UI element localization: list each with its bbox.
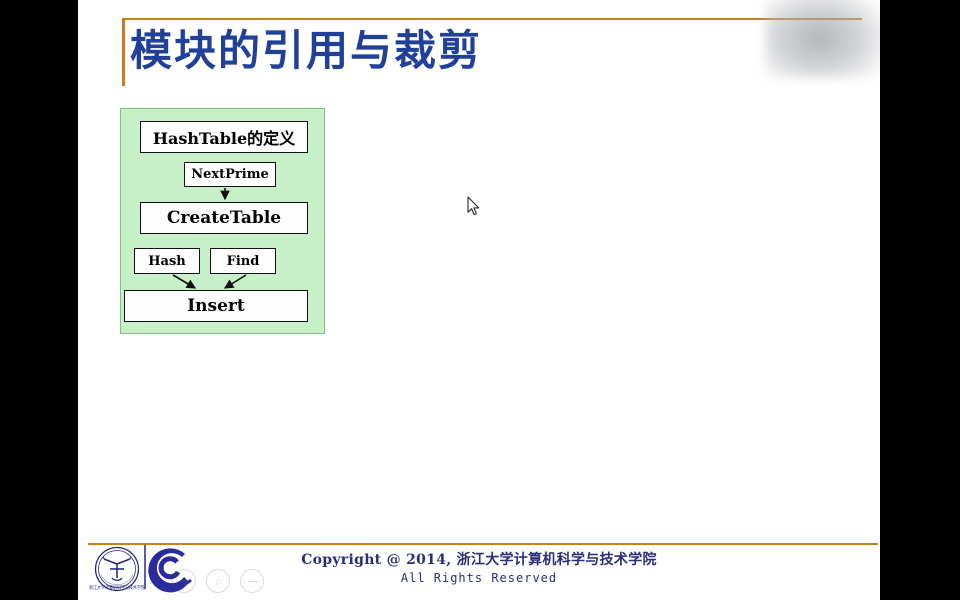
search-icon: ⌕: [206, 569, 230, 593]
footer-accent-rule: [88, 543, 878, 545]
page-title: 模块的引用与裁剪: [130, 26, 483, 75]
watermark-controls: + ⌕ −: [172, 567, 292, 595]
title-accent-bar: [122, 18, 125, 86]
diagram-node-find: Find: [210, 248, 276, 274]
blurred-overlay-region: [765, 0, 880, 78]
diagram-node-hashtable: HashTable的定义: [140, 121, 308, 153]
edge-hash-insert: [172, 274, 197, 289]
diagram-node-insert: Insert: [124, 290, 308, 322]
left-letterbox: [0, 0, 78, 600]
copyright-text: Copyright @ 2014, 浙江大学计算机科学与技术学院: [301, 552, 657, 568]
video-player-frame: 模块的引用与裁剪 HashTable的定义 NextPrime CreateTa…: [0, 0, 960, 600]
presentation-slide: 模块的引用与裁剪 HashTable的定义 NextPrime CreateTa…: [78, 0, 880, 600]
diagram-node-createtable: CreateTable: [140, 202, 308, 234]
diagram-node-nextprime: NextPrime: [184, 162, 276, 187]
zoom-out-icon: −: [240, 569, 264, 593]
right-letterbox: [880, 0, 960, 600]
edge-find-insert: [223, 274, 247, 289]
module-dependency-diagram: HashTable的定义 NextPrime CreateTable Hash …: [120, 108, 325, 334]
seal-caption: 浙江大学计算机科学与技术学院: [89, 584, 145, 591]
diagram-node-hash: Hash: [134, 248, 200, 274]
mouse-cursor-icon: [467, 196, 480, 216]
zoom-in-icon: +: [172, 569, 196, 593]
title-accent-rule: [122, 18, 862, 20]
